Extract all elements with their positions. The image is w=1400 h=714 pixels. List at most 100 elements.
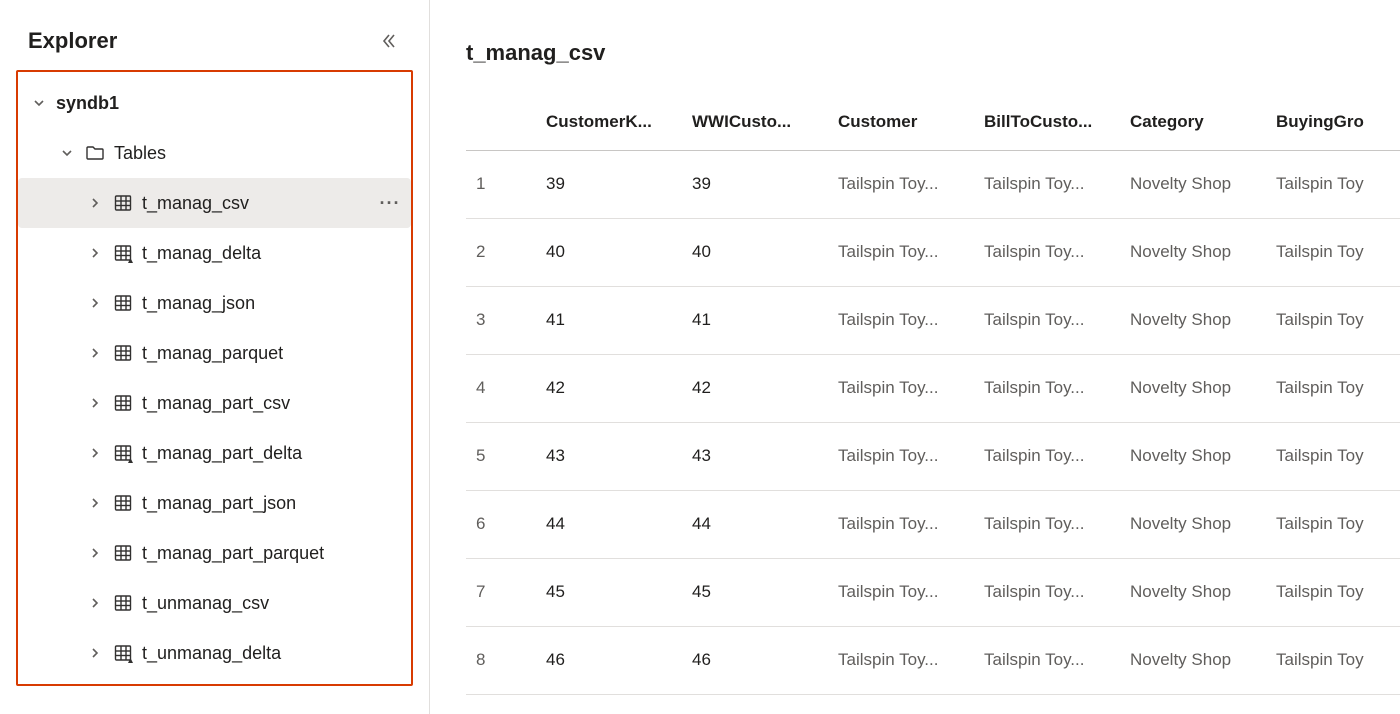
table-cell: Novelty Shop bbox=[1120, 218, 1266, 286]
row-number-cell: 7 bbox=[466, 558, 536, 626]
table-row[interactable]: 84646Tailspin Toy...Tailspin Toy...Novel… bbox=[466, 626, 1400, 694]
tree-table-item[interactable]: t_manag_part_parquet bbox=[18, 528, 411, 578]
table-cell: Tailspin Toy... bbox=[974, 354, 1120, 422]
table-row[interactable]: 34141Tailspin Toy...Tailspin Toy...Novel… bbox=[466, 286, 1400, 354]
table-cell: 42 bbox=[682, 354, 828, 422]
highlight-box: syndb1 Tables t_manag_csv··· t_manag_delt… bbox=[16, 70, 413, 686]
table-icon bbox=[112, 593, 134, 613]
table-cell: Tailspin Toy bbox=[1266, 354, 1400, 422]
tree-table-item[interactable]: t_manag_parquet bbox=[18, 328, 411, 378]
chevron-right-icon bbox=[86, 597, 104, 609]
more-actions-button[interactable]: ··· bbox=[379, 193, 411, 214]
chevron-right-icon bbox=[86, 297, 104, 309]
table-header-cell[interactable]: WWICusto... bbox=[682, 94, 828, 150]
table-cell: Tailspin Toy... bbox=[828, 218, 974, 286]
table-cell: Tailspin Toy bbox=[1266, 150, 1400, 218]
table-cell: 39 bbox=[536, 150, 682, 218]
table-row[interactable]: 24040Tailspin Toy...Tailspin Toy...Novel… bbox=[466, 218, 1400, 286]
table-cell: 46 bbox=[682, 626, 828, 694]
table-cell: 40 bbox=[682, 218, 828, 286]
table-title: t_manag_csv bbox=[466, 40, 1400, 66]
tree-table-item[interactable]: t_unmanag_delta bbox=[18, 628, 411, 678]
table-icon bbox=[112, 543, 134, 563]
table-cell: 41 bbox=[536, 286, 682, 354]
folder-icon bbox=[84, 143, 106, 163]
table-header-cell[interactable]: CustomerK... bbox=[536, 94, 682, 150]
explorer-header: Explorer bbox=[12, 20, 417, 70]
table-cell: 40 bbox=[536, 218, 682, 286]
tree-tables-folder[interactable]: Tables bbox=[18, 128, 411, 178]
table-cell: 45 bbox=[682, 558, 828, 626]
table-cell: Tailspin Toy bbox=[1266, 558, 1400, 626]
table-cell: 45 bbox=[536, 558, 682, 626]
tree-table-item[interactable]: t_manag_part_json bbox=[18, 478, 411, 528]
tree-table-label: t_manag_delta bbox=[142, 243, 411, 264]
tree-database[interactable]: syndb1 bbox=[18, 78, 411, 128]
tree-table-item[interactable]: t_manag_json bbox=[18, 278, 411, 328]
table-cell: Tailspin Toy bbox=[1266, 422, 1400, 490]
table-row[interactable]: 13939Tailspin Toy...Tailspin Toy...Novel… bbox=[466, 150, 1400, 218]
table-row[interactable]: 44242Tailspin Toy...Tailspin Toy...Novel… bbox=[466, 354, 1400, 422]
explorer-tree: syndb1 Tables t_manag_csv··· t_manag_delt… bbox=[18, 72, 411, 684]
row-number-cell: 6 bbox=[466, 490, 536, 558]
tree-folder-label: Tables bbox=[114, 143, 411, 164]
data-table: CustomerK...WWICusto...CustomerBillToCus… bbox=[466, 94, 1400, 695]
table-cell: Tailspin Toy... bbox=[974, 218, 1120, 286]
row-number-cell: 4 bbox=[466, 354, 536, 422]
table-cell: Tailspin Toy... bbox=[974, 422, 1120, 490]
table-cell: Tailspin Toy bbox=[1266, 218, 1400, 286]
tree-table-item[interactable]: t_manag_part_delta bbox=[18, 428, 411, 478]
chevron-right-icon bbox=[86, 347, 104, 359]
table-cell: Novelty Shop bbox=[1120, 626, 1266, 694]
table-header-cell[interactable]: BillToCusto... bbox=[974, 94, 1120, 150]
table-cell: Novelty Shop bbox=[1120, 558, 1266, 626]
table-cell: Tailspin Toy... bbox=[828, 354, 974, 422]
table-icon bbox=[112, 343, 134, 363]
table-cell: Novelty Shop bbox=[1120, 422, 1266, 490]
row-number-cell: 1 bbox=[466, 150, 536, 218]
table-cell: Tailspin Toy... bbox=[828, 626, 974, 694]
table-header-cell[interactable]: BuyingGro bbox=[1266, 94, 1400, 150]
row-number-cell: 3 bbox=[466, 286, 536, 354]
explorer-panel: Explorer syndb1 bbox=[0, 0, 430, 714]
explorer-title: Explorer bbox=[28, 28, 117, 54]
chevron-right-icon bbox=[86, 497, 104, 509]
table-icon bbox=[112, 493, 134, 513]
chevron-down-icon bbox=[30, 97, 48, 109]
table-cell: 39 bbox=[682, 150, 828, 218]
chevron-right-icon bbox=[86, 397, 104, 409]
table-cell: Tailspin Toy... bbox=[974, 286, 1120, 354]
table-cell: Novelty Shop bbox=[1120, 490, 1266, 558]
tree-table-label: t_unmanag_csv bbox=[142, 593, 411, 614]
tree-table-label: t_manag_part_csv bbox=[142, 393, 411, 414]
tree-table-label: t_manag_parquet bbox=[142, 343, 411, 364]
table-cell: Tailspin Toy... bbox=[974, 558, 1120, 626]
table-header-cell[interactable]: Category bbox=[1120, 94, 1266, 150]
table-cell: 43 bbox=[682, 422, 828, 490]
tree-table-label: t_manag_part_json bbox=[142, 493, 411, 514]
table-delta-icon bbox=[112, 243, 134, 263]
table-cell: Tailspin Toy... bbox=[974, 626, 1120, 694]
table-cell: Tailspin Toy... bbox=[828, 150, 974, 218]
table-cell: Tailspin Toy... bbox=[974, 150, 1120, 218]
table-row[interactable]: 64444Tailspin Toy...Tailspin Toy...Novel… bbox=[466, 490, 1400, 558]
table-header-rownum bbox=[466, 94, 536, 150]
row-number-cell: 8 bbox=[466, 626, 536, 694]
chevron-right-icon bbox=[86, 197, 104, 209]
row-number-cell: 5 bbox=[466, 422, 536, 490]
tree-table-item[interactable]: t_manag_csv··· bbox=[18, 178, 411, 228]
chevron-right-icon bbox=[86, 547, 104, 559]
table-cell: Tailspin Toy bbox=[1266, 490, 1400, 558]
collapse-panel-button[interactable] bbox=[377, 29, 401, 53]
table-cell: Tailspin Toy... bbox=[828, 490, 974, 558]
table-body: 13939Tailspin Toy...Tailspin Toy...Novel… bbox=[466, 150, 1400, 694]
table-cell: 46 bbox=[536, 626, 682, 694]
chevron-down-icon bbox=[58, 147, 76, 159]
tree-table-item[interactable]: t_unmanag_csv bbox=[18, 578, 411, 628]
table-row[interactable]: 54343Tailspin Toy...Tailspin Toy...Novel… bbox=[466, 422, 1400, 490]
tree-table-item[interactable]: t_manag_part_csv bbox=[18, 378, 411, 428]
chevron-right-icon bbox=[86, 247, 104, 259]
tree-table-item[interactable]: t_manag_delta bbox=[18, 228, 411, 278]
table-header-cell[interactable]: Customer bbox=[828, 94, 974, 150]
table-row[interactable]: 74545Tailspin Toy...Tailspin Toy...Novel… bbox=[466, 558, 1400, 626]
